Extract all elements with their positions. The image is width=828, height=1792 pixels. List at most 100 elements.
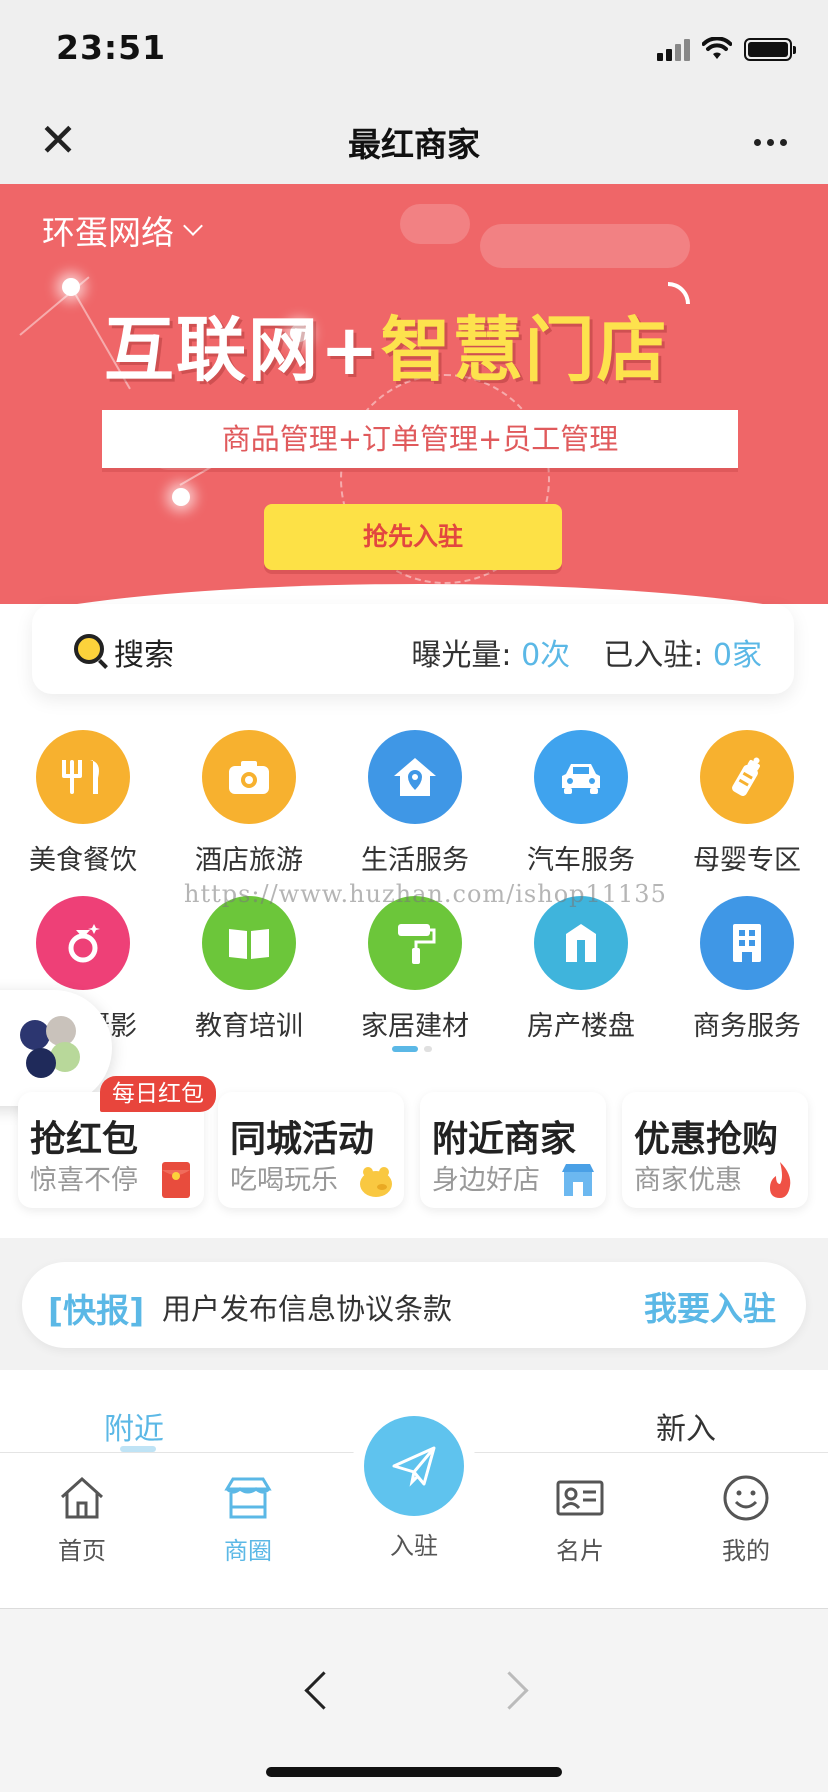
category-label: 酒店旅游 (195, 845, 303, 876)
search-label[interactable]: 搜索 (114, 630, 174, 674)
battery-icon (744, 37, 796, 61)
fork-knife-icon (36, 730, 130, 824)
exposure-label: 曝光量: (411, 638, 512, 673)
camera-icon (202, 730, 296, 824)
promo-title: 附近商家 (432, 1119, 577, 1160)
pig-icon (360, 1167, 392, 1197)
tabbar-card[interactable]: 名片 (520, 1473, 640, 1566)
category-label: 汽车服务 (527, 845, 635, 876)
location-selector[interactable]: 环蛋网络 (42, 206, 203, 254)
category-hotel[interactable]: 酒店旅游 (166, 730, 332, 877)
banner-subtitle: 商品管理+订单管理+员工管理 (102, 410, 738, 468)
car-icon (534, 730, 628, 824)
tabbar-label: 我的 (722, 1537, 770, 1565)
category-food[interactable]: 美食餐饮 (0, 730, 166, 877)
smiley-icon (723, 1475, 769, 1521)
tab-new[interactable]: 新入 (656, 1404, 716, 1448)
category-label: 教育培训 (195, 1011, 303, 1042)
category-education[interactable]: 教育培训 (166, 896, 332, 1043)
category-label: 商务服务 (693, 1011, 801, 1042)
promo-title: 同城活动 (230, 1119, 375, 1160)
red-envelope-icon (162, 1162, 190, 1198)
category-baby[interactable]: 母婴专区 (664, 730, 828, 877)
promo-subtitle: 身边好店 (432, 1165, 540, 1196)
news-text[interactable]: 用户发布信息协议条款 (162, 1286, 452, 1328)
promo-title: 抢红包 (30, 1119, 139, 1160)
category-car[interactable]: 汽车服务 (498, 730, 664, 877)
signal-decoration-icon (668, 282, 690, 304)
office-building-icon (700, 896, 794, 990)
chevron-down-icon (183, 216, 203, 236)
category-label: 生活服务 (361, 845, 469, 876)
tabbar-mine[interactable]: 我的 (686, 1473, 806, 1566)
headline-part-a: 互联网+ (104, 309, 381, 391)
promo-subtitle: 惊喜不停 (30, 1165, 138, 1196)
status-icons (657, 36, 796, 62)
category-label: 家居建材 (361, 1011, 469, 1042)
search-card[interactable]: 搜索 曝光量: 0次 已入驻: 0家 (32, 604, 794, 694)
promo-title: 优惠抢购 (634, 1119, 779, 1160)
daily-red-packet-badge: 每日红包 (100, 1076, 216, 1112)
category-real-estate[interactable]: 房产楼盘 (498, 896, 664, 1043)
home-icon (60, 1476, 104, 1519)
tabbar-label: 名片 (556, 1537, 604, 1565)
ring-icon (36, 896, 130, 990)
forward-arrow-icon[interactable] (486, 1663, 546, 1723)
tabbar-label: 商圈 (224, 1537, 272, 1565)
promo-subtitle: 商家优惠 (634, 1165, 742, 1196)
category-label: 母婴专区 (693, 845, 801, 876)
joined-label: 已入驻: (603, 638, 704, 673)
paint-roller-icon (368, 896, 462, 990)
home-pin-icon (368, 730, 462, 824)
status-time: 23:51 (56, 28, 167, 67)
stats: 曝光量: 0次 已入驻: 0家 (411, 630, 762, 674)
nav-bar: ✕ 最红商家 (0, 100, 828, 184)
tabbar-label: 首页 (58, 1537, 106, 1565)
page-indicator (392, 1046, 432, 1052)
join-link[interactable]: 我要入驻 (644, 1282, 776, 1330)
watermark-text: https://www.huzhan.com/ishop11135 (184, 880, 667, 908)
back-arrow-icon[interactable] (286, 1663, 346, 1723)
book-icon (202, 896, 296, 990)
news-tag: [快报] (48, 1291, 145, 1330)
page-title: 最红商家 (348, 125, 480, 164)
status-bar: 23:51 (0, 0, 828, 100)
app-logo-icon (20, 1016, 86, 1082)
wifi-icon (702, 37, 732, 59)
business-card-icon (556, 1480, 604, 1516)
category-home-build[interactable]: 家居建材 (332, 896, 498, 1043)
tabbar-circle[interactable]: 商圈 (188, 1473, 308, 1566)
tab-nearby[interactable]: 附近 (104, 1404, 164, 1448)
banner-headline: 互联网+智慧门店 (104, 294, 669, 395)
signal-icon (657, 37, 690, 61)
shop-icon (562, 1164, 594, 1196)
more-menu-icon[interactable] (742, 114, 798, 170)
promo-card-nearby[interactable]: 附近商家 身边好店 (420, 1092, 606, 1208)
building-door-icon (534, 896, 628, 990)
storefront-icon (224, 1477, 272, 1519)
floating-widget[interactable] (0, 990, 112, 1106)
promo-card-city-events[interactable]: 同城活动 吃喝玩乐 (218, 1092, 404, 1208)
tabbar-home[interactable]: 首页 (22, 1473, 142, 1566)
fab-label: 入驻 (390, 1532, 438, 1560)
baby-bottle-icon (700, 730, 794, 824)
joined-value: 0家 (712, 638, 762, 673)
home-indicator[interactable] (266, 1767, 562, 1777)
promo-banner[interactable]: 环蛋网络 互联网+智慧门店 商品管理+订单管理+员工管理 抢先入驻 (0, 184, 828, 604)
headline-part-b: 智慧门店 (380, 309, 669, 391)
category-life[interactable]: 生活服务 (332, 730, 498, 877)
promo-subtitle: 吃喝玩乐 (230, 1165, 338, 1196)
exposure-value: 0次 (521, 638, 571, 673)
category-label: 美食餐饮 (29, 845, 137, 876)
promo-card-deals[interactable]: 优惠抢购 商家优惠 (622, 1092, 808, 1208)
category-business[interactable]: 商务服务 (664, 896, 828, 1043)
join-fab-button[interactable] (364, 1416, 464, 1516)
join-now-button[interactable]: 抢先入驻 (264, 504, 562, 570)
category-label: 房产楼盘 (527, 1011, 635, 1042)
browser-nav-bar (0, 1608, 828, 1792)
news-strip[interactable]: [快报] 用户发布信息协议条款 我要入驻 (22, 1262, 806, 1348)
location-label: 环蛋网络 (42, 213, 174, 252)
paper-plane-icon (392, 1446, 436, 1487)
search-icon (74, 634, 104, 664)
flame-icon (770, 1162, 791, 1198)
